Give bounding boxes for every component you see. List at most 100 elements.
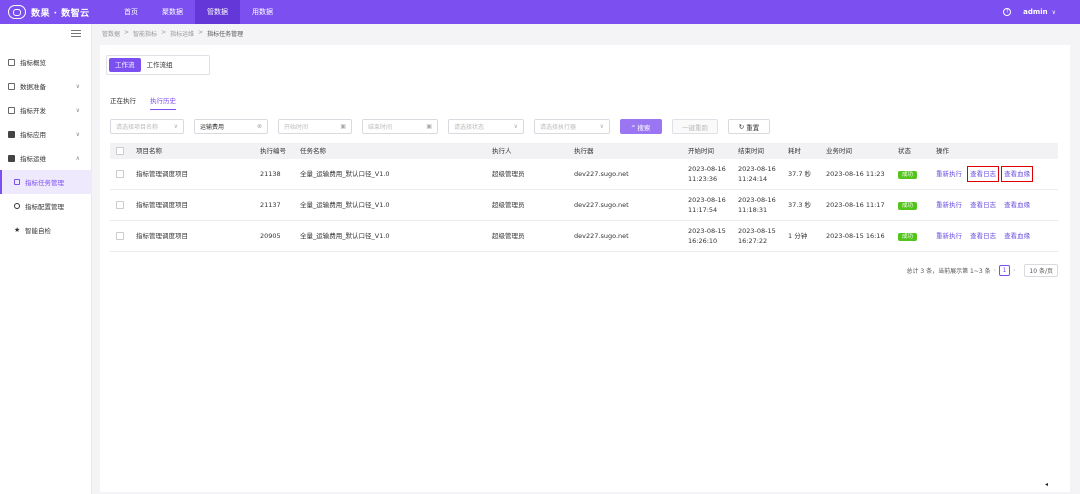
breadcrumb-sep: >	[161, 29, 167, 36]
executor-select[interactable]: 请选择执行器 ∨	[534, 119, 610, 134]
end-time-picker[interactable]: 结束时间 ▣	[362, 119, 438, 134]
batch-rerun-button[interactable]: 一键重跑	[672, 119, 718, 134]
sidebar-item-label: 指标运维	[20, 155, 46, 163]
task-select[interactable]: 运输费用 ⊗	[194, 119, 268, 134]
end-time: 16:27:22	[738, 237, 768, 245]
calendar-icon: ▣	[426, 123, 432, 130]
star-icon: ★	[14, 226, 21, 234]
cell-start: 2023-08-16 11:17:54	[684, 195, 734, 215]
tab-running[interactable]: 正在执行	[110, 95, 136, 110]
workflow-tabs: 工作流 工作流组	[106, 55, 210, 75]
end-placeholder: 结束时间	[368, 124, 393, 131]
sidebar-item-apps[interactable]: 指标应用 ∨	[0, 122, 92, 146]
status-select[interactable]: 请选择状态 ∨	[448, 119, 524, 134]
nav-manage-data[interactable]: 管数据	[195, 0, 240, 24]
cell-task: 全量_运输费用_默认口径_V1.0	[300, 201, 390, 209]
cell-status: 成功	[894, 169, 932, 180]
select-all-checkbox[interactable]	[116, 147, 124, 155]
sidebar-item-ops[interactable]: 指标运维 ∧	[0, 146, 92, 170]
code-icon	[8, 106, 15, 114]
cell-project: 指标管理调度项目	[136, 232, 188, 240]
cell-end: 2023-08-16 11:18:31	[734, 195, 784, 215]
end-time: 11:18:31	[738, 206, 768, 214]
rerun-link[interactable]: 重新执行	[936, 169, 962, 179]
search-button-label: 搜索	[637, 123, 651, 132]
tab-history[interactable]: 执行历史	[150, 95, 176, 110]
breadcrumb-item[interactable]: 智能指标	[133, 29, 157, 38]
next-page-icon[interactable]: ›	[1013, 267, 1015, 274]
col-end: 结束时间	[738, 147, 764, 155]
clear-icon[interactable]: ⊗	[257, 123, 262, 130]
cell-user: 超级管理员	[492, 170, 525, 178]
help-icon[interactable]: ?	[1003, 8, 1012, 16]
nav-home[interactable]: 首页	[112, 0, 150, 24]
view-lineage-link[interactable]: 查看血缘	[1004, 200, 1030, 210]
sidebar-item-config-mgmt[interactable]: 指标配置管理	[0, 194, 92, 218]
chevron-down-icon: ∨	[599, 123, 604, 130]
rerun-link[interactable]: 重新执行	[936, 231, 962, 241]
breadcrumb-item[interactable]: 管数据	[102, 29, 120, 38]
start-date: 2023-08-15	[688, 227, 726, 235]
start-time-picker[interactable]: 开始时间 ▣	[278, 119, 352, 134]
calendar-icon: ▣	[340, 123, 346, 130]
cell-biz-time: 2023-08-16 11:17	[826, 201, 885, 209]
sidebar-item-overview[interactable]: 指标概览	[0, 50, 92, 74]
end-date: 2023-08-15	[738, 227, 776, 235]
view-lineage-link[interactable]: 查看血缘	[1004, 231, 1030, 241]
view-log-link[interactable]: 查看日志	[970, 200, 996, 210]
nav-use-data[interactable]: 用数据	[240, 0, 285, 24]
col-id: 执行编号	[260, 147, 286, 155]
cell-user: 超级管理员	[492, 232, 525, 240]
sidebar-item-task-mgmt[interactable]: 指标任务管理	[0, 170, 92, 194]
cell-actions: 重新执行 查看日志 查看血缘	[932, 166, 1058, 182]
chevron-down-icon: ∨	[75, 106, 80, 114]
sidebar-item-self-check[interactable]: ★ 智能自检	[0, 218, 92, 242]
tab-workflow-group[interactable]: 工作流组	[141, 58, 179, 72]
project-select[interactable]: 请选择项目名称 ∨	[110, 119, 184, 134]
nav-collect-data[interactable]: 聚数据	[150, 0, 195, 24]
row-checkbox[interactable]	[116, 170, 124, 178]
tab-workflow[interactable]: 工作流	[109, 58, 141, 72]
menu-collapse-icon[interactable]	[71, 30, 81, 38]
col-task: 任务名称	[300, 147, 326, 155]
row-checkbox[interactable]	[116, 201, 124, 209]
sidebar-item-dev[interactable]: 指标开发 ∨	[0, 98, 92, 122]
view-log-link[interactable]: 查看日志	[970, 231, 996, 241]
project-placeholder: 请选择项目名称	[116, 124, 159, 131]
cell-id: 20905	[260, 232, 281, 240]
end-time: 11:24:14	[738, 175, 768, 183]
cell-project: 指标管理调度项目	[136, 201, 188, 209]
prev-page-icon[interactable]: ‹	[994, 267, 996, 274]
start-date: 2023-08-16	[688, 196, 726, 204]
col-status: 状态	[898, 147, 911, 155]
search-button[interactable]: ⌕ 搜索	[620, 119, 662, 134]
chevron-down-icon[interactable]: ∨	[1052, 9, 1056, 16]
cell-status: 成功	[894, 200, 932, 211]
settings-icon	[14, 203, 20, 209]
scroll-triangle-icon[interactable]: ◂	[1045, 481, 1048, 488]
start-placeholder: 开始时间	[284, 124, 309, 131]
document-icon	[8, 58, 15, 66]
row-checkbox[interactable]	[116, 232, 124, 240]
col-biz-time: 业务时间	[826, 147, 852, 155]
view-log-link[interactable]: 查看日志	[967, 166, 1000, 182]
breadcrumb-item[interactable]: 指标运维	[170, 29, 194, 38]
page-button[interactable]: 1	[999, 265, 1011, 276]
pagination: 总计 3 条，当前展示第 1~3 条 ‹ 1 › 10 条/页	[907, 264, 1058, 277]
brand-name: 数果 · 数智云	[31, 8, 90, 19]
view-lineage-link[interactable]: 查看血缘	[1001, 166, 1034, 182]
end-date: 2023-08-16	[738, 165, 776, 173]
table-row: 指标管理调度项目 20905 全量_运输费用_默认口径_V1.0 超级管理员 d…	[110, 221, 1058, 252]
box-icon	[8, 82, 15, 90]
page-size-select[interactable]: 10 条/页	[1024, 264, 1058, 277]
user-menu[interactable]: admin	[1023, 8, 1047, 16]
sidebar-item-label: 指标应用	[20, 131, 46, 139]
brand-logo[interactable]: 数果 · 数智云	[0, 5, 100, 19]
sidebar-item-label: 指标概览	[20, 59, 46, 67]
exec-tabs: 正在执行 执行历史	[110, 95, 176, 110]
reset-button[interactable]: ↻ 重置	[728, 119, 770, 134]
chevron-down-icon: ∨	[513, 123, 518, 130]
rerun-link[interactable]: 重新执行	[936, 200, 962, 210]
sidebar-item-data-prep[interactable]: 数据准备 ∨	[0, 74, 92, 98]
apps-icon	[8, 130, 15, 138]
